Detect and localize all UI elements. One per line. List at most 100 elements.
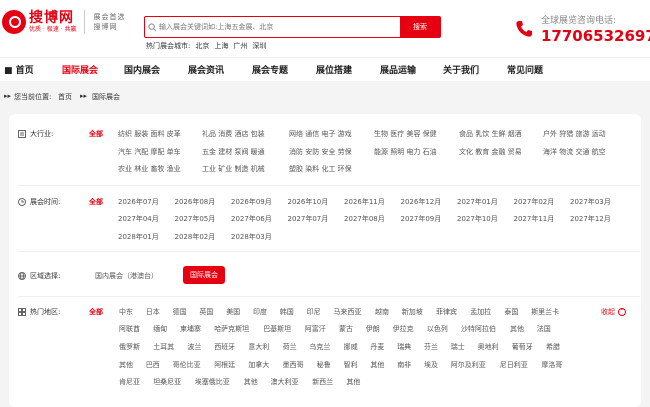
industry-option[interactable]: 工业 矿业 制造 机械 xyxy=(202,164,265,174)
nav-topics[interactable]: 展会专题 xyxy=(252,63,288,76)
time-option[interactable]: 2028年01月 xyxy=(118,232,159,242)
time-option[interactable]: 2027年05月 xyxy=(175,214,216,224)
time-option[interactable]: 2026年10月 xyxy=(288,197,329,207)
logo[interactable]: 搜博网 优质 · 极速 · 共赢 展会首选 搜博网 xyxy=(2,10,125,34)
region-option[interactable]: 泰国 xyxy=(504,307,518,317)
region-option[interactable]: 西班牙 xyxy=(214,342,235,352)
region-option[interactable]: 哥伦比亚 xyxy=(173,360,201,370)
nav-international[interactable]: 国际展会 xyxy=(62,63,98,76)
industry-option[interactable]: 礼品 消费 酒店 包装 xyxy=(202,129,265,139)
region-option[interactable]: 阿尔及利亚 xyxy=(451,360,486,370)
region-option[interactable]: 丹麦 xyxy=(370,342,384,352)
region-option[interactable]: 以色列 xyxy=(427,324,448,334)
time-option[interactable]: 2026年11月 xyxy=(344,197,385,207)
region-option[interactable]: 埃塞俄比亚 xyxy=(195,377,230,387)
region-option[interactable]: 智利 xyxy=(344,360,358,370)
region-option[interactable]: 俄罗斯 xyxy=(119,342,140,352)
region-option[interactable]: 中东 xyxy=(119,307,133,317)
region-option[interactable]: 美国 xyxy=(226,307,240,317)
time-option[interactable]: 2028年03月 xyxy=(231,232,272,242)
region-option[interactable]: 巴基斯坦 xyxy=(263,324,291,334)
region-option[interactable]: 巴西 xyxy=(146,360,160,370)
time-option[interactable]: 2027年04月 xyxy=(118,214,159,224)
region-option[interactable]: 韩国 xyxy=(280,307,294,317)
industry-option[interactable]: 网络 通信 电子 游戏 xyxy=(289,129,352,139)
region-option[interactable]: 缅甸 xyxy=(153,324,167,334)
region-option[interactable]: 其他 xyxy=(119,360,133,370)
region-option[interactable]: 摩洛哥 xyxy=(541,360,562,370)
industry-option[interactable]: 能源 照明 电力 石油 xyxy=(374,147,437,157)
region-option[interactable]: 伊拉克 xyxy=(393,324,414,334)
industry-option[interactable]: 生物 医疗 美容 保健 xyxy=(374,129,437,139)
region-option[interactable]: 越南 xyxy=(375,307,389,317)
region-option[interactable]: 其他 xyxy=(244,377,258,387)
time-option[interactable]: 2026年07月 xyxy=(118,197,159,207)
region-option[interactable]: 墨西哥 xyxy=(283,360,304,370)
nav-faq[interactable]: 常见问题 xyxy=(507,63,543,76)
region-option[interactable]: 其他 xyxy=(510,324,524,334)
region-option[interactable]: 瑞士 xyxy=(451,342,465,352)
region-option[interactable]: 芬兰 xyxy=(424,342,438,352)
region-option[interactable]: 伊朗 xyxy=(366,324,380,334)
time-option[interactable]: 2027年03月 xyxy=(570,197,611,207)
region-option[interactable]: 法国 xyxy=(537,324,551,334)
nav-shipping[interactable]: 展品运输 xyxy=(380,63,416,76)
breadcrumb-home[interactable]: 首页 xyxy=(58,92,72,102)
region-option[interactable]: 奥地利 xyxy=(478,342,499,352)
time-option[interactable]: 2026年12月 xyxy=(401,197,442,207)
region-option[interactable]: 柬埔寨 xyxy=(180,324,201,334)
region-option[interactable]: 阿富汗 xyxy=(305,324,326,334)
nav-booth[interactable]: 展位搭建 xyxy=(316,63,352,76)
region-option[interactable]: 德国 xyxy=(173,307,187,317)
industry-option[interactable]: 农业 林业 畜牧 渔业 xyxy=(118,164,181,174)
industry-option[interactable]: 塑胶 染料 化工 环保 xyxy=(289,164,352,174)
region-option[interactable]: 挪威 xyxy=(344,342,358,352)
region-option[interactable]: 英国 xyxy=(199,307,213,317)
industry-all[interactable]: 全部 xyxy=(89,129,103,139)
industry-option[interactable]: 食品 乳饮 生鲜 烟酒 xyxy=(459,129,522,139)
industry-option[interactable]: 汽车 汽配 摩配 单车 xyxy=(118,147,181,157)
region-option[interactable]: 沙特阿拉伯 xyxy=(461,324,496,334)
hot-city-link[interactable]: 广州 xyxy=(233,41,247,51)
nav-domestic[interactable]: 国内展会 xyxy=(124,63,160,76)
region-option[interactable]: 阿根廷 xyxy=(214,360,235,370)
region-option[interactable]: 肯尼亚 xyxy=(119,377,140,387)
region-option[interactable]: 印尼 xyxy=(307,307,321,317)
region-option[interactable]: 新西兰 xyxy=(312,377,333,387)
time-option[interactable]: 2027年11月 xyxy=(514,214,555,224)
region-option[interactable]: 哈萨克斯坦 xyxy=(214,324,249,334)
region-option[interactable]: 菲律宾 xyxy=(436,307,457,317)
time-option[interactable]: 2027年06月 xyxy=(231,214,272,224)
region-option[interactable]: 其他 xyxy=(370,360,384,370)
region-option[interactable]: 南非 xyxy=(397,360,411,370)
time-option[interactable]: 2027年12月 xyxy=(570,214,611,224)
region-option[interactable]: 其他 xyxy=(346,377,360,387)
time-option[interactable]: 2027年09月 xyxy=(401,214,442,224)
region-option[interactable]: 印度 xyxy=(253,307,267,317)
nav-news[interactable]: 展会资讯 xyxy=(188,63,224,76)
time-all[interactable]: 全部 xyxy=(89,197,103,207)
region-option[interactable]: 日本 xyxy=(146,307,160,317)
hot-city-link[interactable]: 上海 xyxy=(214,41,228,51)
time-option[interactable]: 2027年10月 xyxy=(457,214,498,224)
region-option[interactable]: 加拿大 xyxy=(248,360,269,370)
region-option[interactable]: 葡萄牙 xyxy=(512,342,533,352)
region-option[interactable]: 斯里兰卡 xyxy=(531,307,559,317)
region-option[interactable]: 埃及 xyxy=(424,360,438,370)
region-option[interactable]: 尼日利亚 xyxy=(500,360,528,370)
search-button[interactable]: 搜索 xyxy=(400,17,440,37)
region-option[interactable]: 秘鲁 xyxy=(317,360,331,370)
international-button[interactable]: 国际展会 xyxy=(183,266,225,284)
region-option[interactable]: 波兰 xyxy=(187,342,201,352)
industry-option[interactable]: 文化 教育 金融 贸易 xyxy=(459,147,522,157)
industry-option[interactable]: 消防 安防 安全 劳保 xyxy=(289,147,352,157)
region-option[interactable]: 荷兰 xyxy=(283,342,297,352)
hot-city-link[interactable]: 北京 xyxy=(195,41,209,51)
nav-home[interactable]: ■ 首页 xyxy=(4,63,34,76)
industry-option[interactable]: 纺织 服装 面料 皮革 xyxy=(118,129,181,139)
region-option[interactable]: 蒙古 xyxy=(339,324,353,334)
domestic-button[interactable]: 国内展会（港澳台） xyxy=(95,271,158,281)
time-option[interactable]: 2027年08月 xyxy=(344,214,385,224)
time-option[interactable]: 2028年02月 xyxy=(175,232,216,242)
region-option[interactable]: 乌克兰 xyxy=(309,342,330,352)
